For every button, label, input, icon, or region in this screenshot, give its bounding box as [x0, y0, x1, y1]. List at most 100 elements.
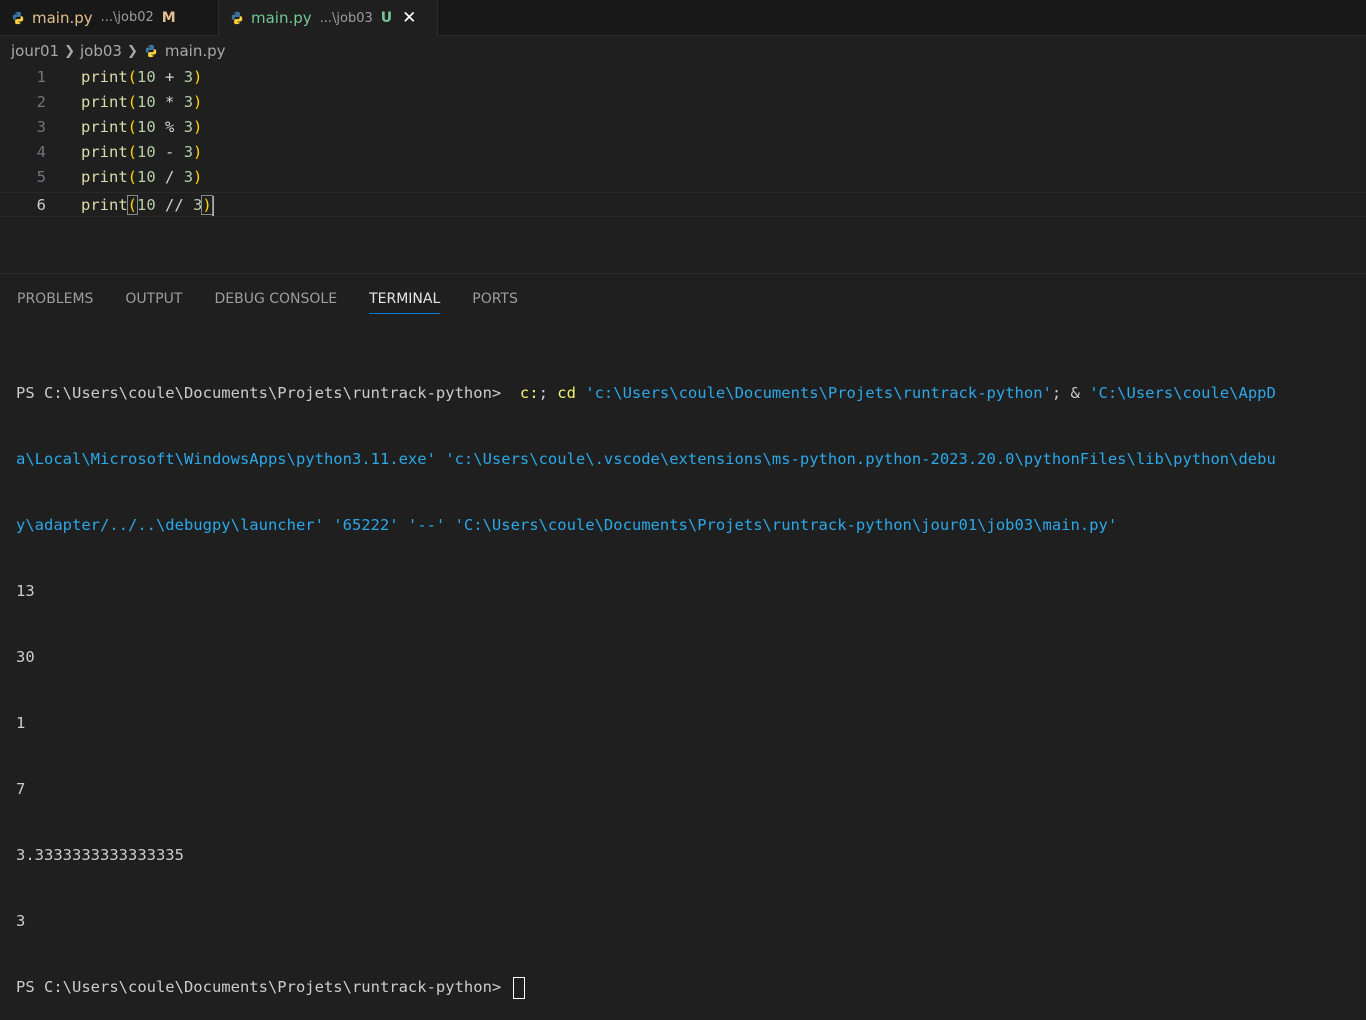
code-text: print(10 * 3) [81, 90, 202, 115]
terminal-line: y\adapter/../..\debugpy\launcher' '65222… [16, 516, 1118, 534]
terminal-command: cd [557, 384, 576, 402]
tab-debug-console[interactable]: DEBUG CONSOLE [214, 284, 337, 314]
number-token: 3 [193, 196, 203, 214]
line-number: 5 [36, 168, 46, 186]
terminal-command: c: [510, 384, 539, 402]
function-token: print [81, 196, 128, 214]
operator-token: - [155, 143, 184, 161]
number-token: 10 [137, 168, 156, 186]
paren-token: ( [126, 195, 139, 215]
terminal-line: PS C:\Users\coule\Documents\Projets\runt… [16, 382, 1366, 404]
number-token: 3 [183, 93, 194, 111]
terminal-output-line: 30 [16, 648, 35, 666]
paren-token: ( [127, 93, 138, 111]
terminal-output-line: 13 [16, 582, 35, 600]
panel-tab-bar: PROBLEMS OUTPUT DEBUG CONSOLE TERMINAL P… [0, 284, 533, 316]
terminal-separator: ; [538, 384, 558, 402]
code-text: print(10 + 3) [81, 65, 202, 90]
tab-main-py-job02[interactable]: main.py ...\job02 M [0, 0, 219, 35]
paren-token: ) [193, 168, 203, 186]
editor-tab-bar: main.py ...\job02 M main.py ...\job03 U … [0, 0, 1366, 36]
code-line[interactable]: 4 print(10 - 3) [0, 140, 1366, 165]
code-text: print(10 // 3) [81, 193, 214, 218]
operator-token: + [155, 68, 184, 86]
line-number: 4 [36, 143, 46, 161]
line-number: 3 [36, 118, 46, 136]
number-token: 3 [183, 143, 194, 161]
function-token: print [81, 68, 128, 86]
number-token: 10 [137, 118, 156, 136]
line-number: 1 [36, 68, 46, 86]
panel-divider[interactable] [0, 273, 1366, 274]
number-token: 3 [183, 118, 194, 136]
git-status-badge: M [161, 9, 176, 26]
tab-main-py-job03[interactable]: main.py ...\job03 U ✕ [219, 0, 438, 36]
python-icon [12, 11, 24, 24]
tab-file-name: main.py [251, 9, 312, 27]
tab-file-dir: ...\job02 [100, 10, 154, 25]
paren-token: ( [127, 68, 138, 86]
text-cursor [211, 195, 214, 216]
close-icon[interactable]: ✕ [402, 9, 416, 27]
function-token: print [81, 93, 128, 111]
operator-token: // [155, 196, 194, 214]
tab-problems[interactable]: PROBLEMS [17, 284, 93, 314]
paren-token: ( [127, 168, 138, 186]
operator-token: * [155, 93, 184, 111]
breadcrumb: jour01 ❯ job03 ❯ main.py [0, 37, 1366, 65]
tab-file-name: main.py [32, 8, 93, 27]
number-token: 10 [137, 196, 156, 214]
paren-token: ) [201, 195, 213, 215]
code-editor[interactable]: 1 print(10 + 3) 2 print(10 * 3) 3 print(… [0, 65, 1366, 273]
terminal-cursor [512, 976, 525, 999]
paren-token: ( [127, 118, 138, 136]
number-token: 10 [137, 143, 156, 161]
terminal-output-line: 3 [16, 912, 26, 930]
python-icon [231, 11, 243, 25]
paren-token: ) [193, 143, 203, 161]
number-token: 10 [137, 93, 156, 111]
breadcrumb-item-jour01[interactable]: jour01 [11, 42, 59, 60]
paren-token: ) [193, 118, 203, 136]
terminal-separator: ; & [1051, 384, 1090, 402]
terminal-output-line: 3.3333333333333335 [16, 846, 184, 864]
chevron-right-icon: ❯ [64, 43, 76, 59]
tab-file-dir: ...\job03 [319, 10, 373, 26]
paren-token: ( [127, 143, 138, 161]
function-token: print [81, 168, 128, 186]
number-token: 3 [183, 168, 194, 186]
code-text: print(10 / 3) [81, 165, 202, 190]
terminal-prompt: PS C:\Users\coule\Documents\Projets\runt… [16, 384, 511, 402]
operator-token: / [155, 168, 184, 186]
code-text: print(10 % 3) [81, 115, 202, 140]
line-number: 2 [36, 93, 46, 111]
python-icon [145, 44, 157, 58]
terminal-output-line: 7 [16, 780, 26, 798]
paren-token: ) [193, 68, 203, 86]
code-line[interactable]: 3 print(10 % 3) [0, 115, 1366, 140]
terminal[interactable]: PS C:\Users\coule\Documents\Projets\runt… [16, 338, 1366, 1020]
breadcrumb-file-name: main.py [164, 42, 226, 60]
line-number: 6 [36, 196, 46, 214]
terminal-string: 'c:\Users\coule\Documents\Projets\runtra… [575, 384, 1052, 402]
operator-token: % [155, 118, 184, 136]
paren-token: ) [193, 93, 203, 111]
code-line[interactable]: 2 print(10 * 3) [0, 90, 1366, 115]
code-line-current[interactable]: 6 print(10 // 3) [0, 192, 1366, 217]
tab-output[interactable]: OUTPUT [125, 284, 182, 314]
tab-terminal[interactable]: TERMINAL [369, 284, 441, 314]
breadcrumb-item-file[interactable]: main.py [143, 42, 226, 60]
terminal-string: 'C:\Users\coule\AppD [1089, 384, 1276, 402]
function-token: print [81, 143, 128, 161]
terminal-line: PS C:\Users\coule\Documents\Projets\runt… [16, 976, 1366, 999]
chevron-right-icon: ❯ [126, 43, 138, 59]
tab-ports[interactable]: PORTS [472, 284, 518, 314]
code-line[interactable]: 1 print(10 + 3) [0, 65, 1366, 90]
function-token: print [81, 118, 128, 136]
code-line[interactable]: 5 print(10 / 3) [0, 165, 1366, 190]
terminal-line: a\Local\Microsoft\WindowsApps\python3.11… [16, 450, 1276, 468]
terminal-output-line: 1 [16, 714, 26, 732]
terminal-prompt: PS C:\Users\coule\Documents\Projets\runt… [16, 978, 502, 996]
number-token: 3 [183, 68, 194, 86]
breadcrumb-item-job03[interactable]: job03 [80, 42, 122, 60]
